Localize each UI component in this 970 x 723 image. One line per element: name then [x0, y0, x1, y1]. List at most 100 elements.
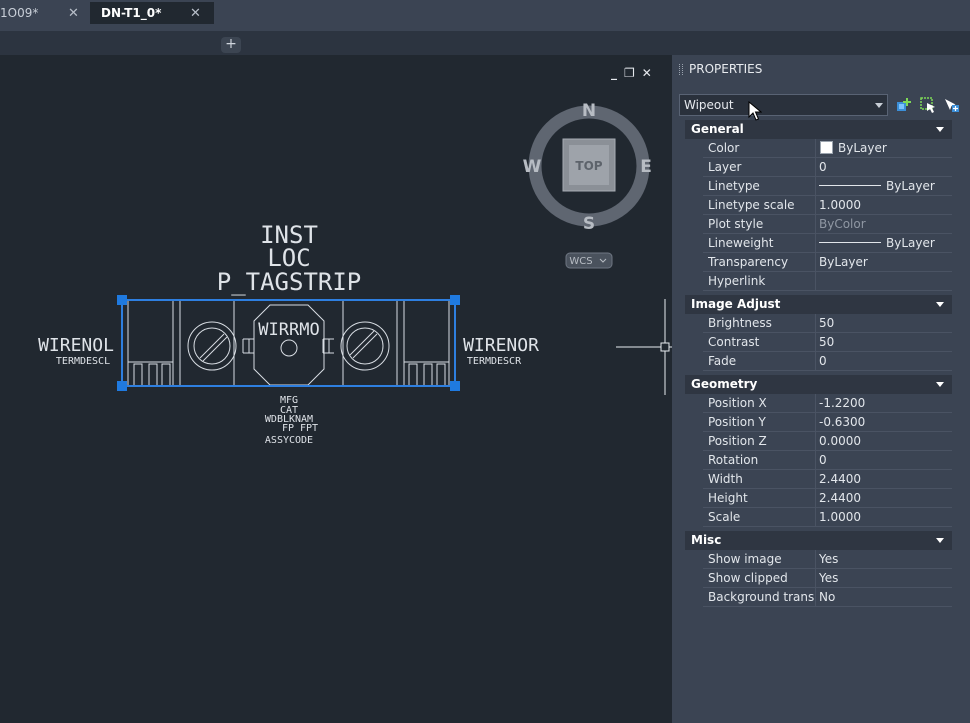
section-geometry[interactable]: Geometry — [685, 375, 952, 394]
section-title: Image Adjust — [691, 297, 781, 311]
property-row-lineweight[interactable]: Lineweight ByLayer — [703, 234, 952, 253]
property-row-height[interactable]: Height 2.4400 — [703, 489, 952, 508]
property-value[interactable]: 0 — [815, 451, 952, 469]
object-type-select[interactable]: Wipeout — [679, 94, 888, 116]
panel-grip-handle[interactable] — [679, 64, 683, 75]
property-label: Linetype — [708, 179, 760, 193]
section-gutter — [685, 550, 703, 607]
property-row-position-y[interactable]: Position Y -0.6300 — [703, 413, 952, 432]
property-label: Transparency — [708, 255, 789, 269]
compass-north[interactable]: N — [582, 101, 596, 121]
desc-right-text: TERMDESCR — [467, 356, 522, 367]
property-label: Fade — [708, 354, 737, 368]
block-outline — [121, 299, 456, 387]
wire-left-text: WIRENOL — [38, 335, 114, 356]
property-value[interactable]: 0 — [815, 352, 952, 370]
compass-west[interactable]: W — [523, 157, 542, 177]
property-value[interactable]: 2.4400 — [815, 470, 952, 488]
property-label: Scale — [708, 510, 741, 524]
property-row-position-z[interactable]: Position Z 0.0000 — [703, 432, 952, 451]
property-value[interactable]: 1.0000 — [815, 508, 952, 526]
property-label: Brightness — [708, 316, 772, 330]
property-row-transparency[interactable]: Transparency ByLayer — [703, 253, 952, 272]
property-label: Height — [708, 491, 748, 505]
crosshair-cursor — [616, 299, 672, 395]
property-label: Background trans... — [708, 590, 816, 604]
property-row-linetype[interactable]: Linetype ByLayer — [703, 177, 952, 196]
property-row-plot-style[interactable]: Plot style ByColor — [703, 215, 952, 234]
property-label: Contrast — [708, 335, 760, 349]
property-value[interactable]: ByLayer — [815, 253, 952, 271]
chevron-down-icon[interactable] — [936, 538, 944, 543]
lineweight-sample — [819, 242, 881, 243]
property-row-show-image[interactable]: Show image Yes — [703, 550, 952, 569]
property-label: Show clipped — [708, 571, 788, 585]
property-value[interactable]: -1.2200 — [815, 394, 952, 412]
property-value[interactable]: -0.6300 — [815, 413, 952, 431]
property-label: Color — [708, 141, 740, 155]
ucs-label: WCS — [569, 256, 592, 267]
chevron-down-icon[interactable] — [936, 382, 944, 387]
property-row-brightness[interactable]: Brightness 50 — [703, 314, 952, 333]
property-value[interactable]: Yes — [815, 550, 952, 568]
grip-bottom-right[interactable] — [450, 381, 460, 391]
select-objects-icon[interactable] — [919, 96, 937, 114]
property-row-contrast[interactable]: Contrast 50 — [703, 333, 952, 352]
property-row-hyperlink[interactable]: Hyperlink — [703, 272, 952, 291]
desc-left-text: TERMDESCL — [56, 356, 110, 367]
grip-bottom-left[interactable] — [117, 381, 127, 391]
wire-right-text: WIRENOR — [463, 335, 539, 356]
property-value[interactable]: 50 — [815, 333, 952, 351]
property-row-layer[interactable]: Layer 0 — [703, 158, 952, 177]
property-value[interactable]: 2.4400 — [815, 489, 952, 507]
property-value[interactable]: ByLayer — [815, 177, 952, 195]
section-misc[interactable]: Misc — [685, 531, 952, 550]
compass-east[interactable]: E — [640, 157, 652, 177]
section-gutter — [685, 394, 703, 527]
property-value[interactable]: 0.0000 — [815, 432, 952, 450]
linetype-value: ByLayer — [886, 179, 935, 193]
property-row-rotation[interactable]: Rotation 0 — [703, 451, 952, 470]
property-label: Position Z — [708, 434, 767, 448]
property-value[interactable]: 50 — [815, 314, 952, 332]
terminal-block[interactable] — [121, 299, 456, 387]
section-image-adjust[interactable]: Image Adjust — [685, 295, 952, 314]
grip-top-right[interactable] — [450, 295, 460, 305]
compass-south[interactable]: S — [583, 214, 595, 234]
property-value[interactable]: 1.0000 — [815, 196, 952, 214]
property-value[interactable]: No — [815, 588, 952, 606]
property-row-linetype-scale[interactable]: Linetype scale 1.0000 — [703, 196, 952, 215]
property-label: Linetype scale — [708, 198, 795, 212]
property-label: Position X — [708, 396, 767, 410]
property-label: Width — [708, 472, 743, 486]
property-value[interactable]: 0 — [815, 158, 952, 176]
selection-outline — [121, 299, 456, 387]
property-value: ByColor — [815, 215, 952, 233]
section-general[interactable]: General — [685, 120, 952, 139]
property-row-background-transparency[interactable]: Background trans... No — [703, 588, 952, 607]
toggle-pickadd-icon[interactable] — [943, 96, 961, 114]
drawing-annotations: INST LOC P_TAGSTRIP WIRENOL TERMDESCL WI… — [38, 221, 539, 446]
property-row-color[interactable]: Color ByLayer — [703, 139, 952, 158]
grip-top-left[interactable] — [117, 295, 127, 305]
quick-select-icon[interactable] — [895, 96, 913, 114]
viewcube[interactable]: TOP N S E W WCS — [523, 101, 652, 269]
property-label: Lineweight — [708, 236, 774, 250]
property-row-fade[interactable]: Fade 0 — [703, 352, 952, 371]
property-row-show-clipped[interactable]: Show clipped Yes — [703, 569, 952, 588]
color-swatch — [820, 141, 833, 154]
property-value[interactable]: Yes — [815, 569, 952, 587]
fpfpt-text: FP FPT — [282, 423, 318, 434]
property-row-position-x[interactable]: Position X -1.2200 — [703, 394, 952, 413]
property-value[interactable]: ByLayer — [815, 139, 952, 157]
property-value[interactable]: ByLayer — [815, 234, 952, 252]
chevron-down-icon[interactable] — [936, 302, 944, 307]
center-terminal — [253, 304, 325, 386]
chevron-down-icon — [875, 103, 883, 108]
property-label: Show image — [708, 552, 782, 566]
property-row-scale[interactable]: Scale 1.0000 — [703, 508, 952, 527]
chevron-down-icon[interactable] — [936, 127, 944, 132]
property-value[interactable] — [815, 272, 952, 290]
property-row-width[interactable]: Width 2.4400 — [703, 470, 952, 489]
assycode-text: ASSYCODE — [265, 435, 313, 446]
